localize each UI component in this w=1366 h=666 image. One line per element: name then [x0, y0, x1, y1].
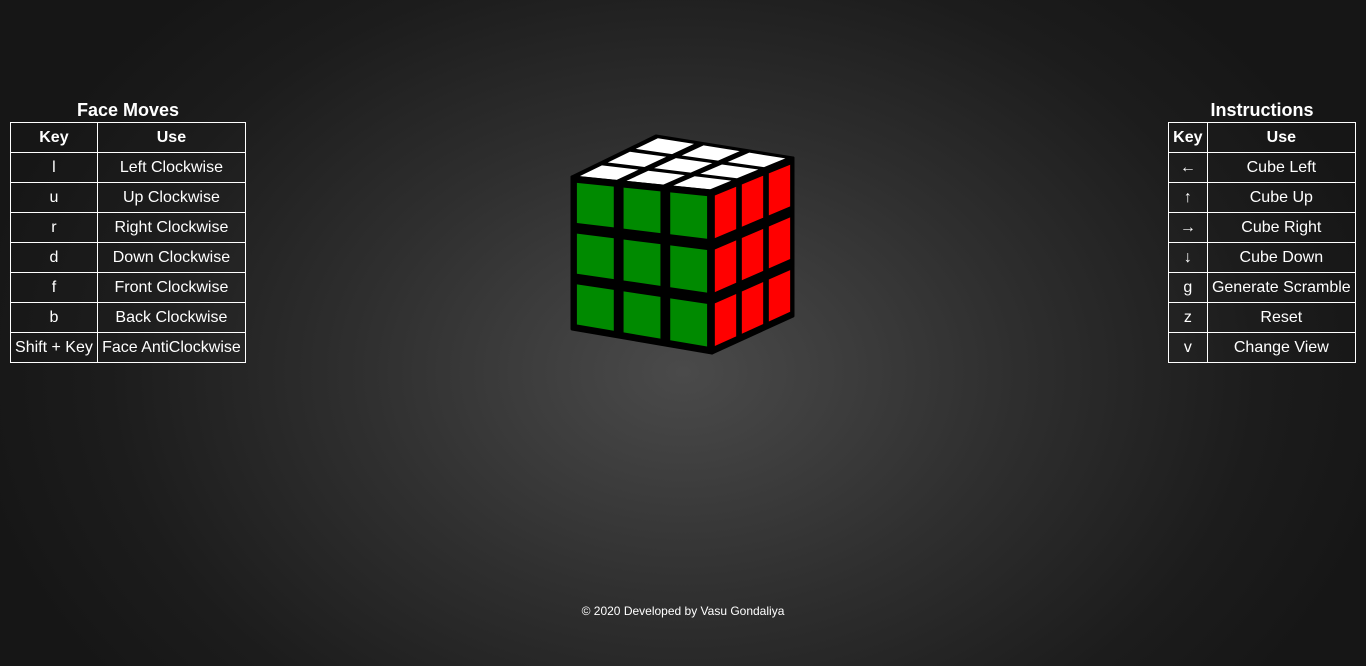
cube-front-face [570, 175, 714, 355]
key-column-header: Key [1168, 122, 1208, 153]
use-cell: Face AntiClockwise [96, 332, 247, 363]
table-row: ↓ Cube Down [1168, 242, 1357, 273]
instructions-table: Key Use ← Cube Left ↑ Cube Up → Cube Rig… [1168, 122, 1357, 363]
key-cell: d [10, 242, 98, 273]
use-cell: Back Clockwise [96, 302, 247, 333]
use-cell: Reset [1206, 302, 1357, 333]
footer-credit: © 2020 Developed by Vasu Gondaliya [581, 604, 785, 618]
front-face-sticker [670, 298, 708, 347]
table-row: d Down Clockwise [10, 242, 247, 273]
key-cell: f [10, 272, 98, 303]
use-cell: Cube Left [1206, 152, 1357, 183]
table-row: g Generate Scramble [1168, 272, 1357, 303]
key-cell: Shift + Key [10, 332, 98, 363]
cube-right-face [710, 156, 795, 355]
right-face-sticker [714, 186, 737, 239]
table-row: f Front Clockwise [10, 272, 247, 303]
rubiks-cube-graphic[interactable] [560, 128, 810, 363]
use-cell: Front Clockwise [96, 272, 247, 303]
front-face-sticker [623, 187, 661, 234]
front-face-sticker [576, 182, 614, 228]
table-header-row: Key Use [10, 122, 247, 153]
table-row: Shift + Key Face AntiClockwise [10, 332, 247, 363]
table-row: b Back Clockwise [10, 302, 247, 333]
table-header-row: Key Use [1168, 122, 1357, 153]
front-face-sticker [576, 233, 614, 280]
instructions-title: Instructions [1210, 100, 1314, 120]
face-moves-title: Face Moves [76, 100, 180, 120]
key-cell: g [1168, 272, 1208, 303]
instructions-panel: Instructions Key Use ← Cube Left ↑ Cube … [1168, 100, 1357, 363]
table-row: v Change View [1168, 332, 1357, 363]
front-face-sticker [576, 284, 614, 331]
use-column-header: Use [1206, 122, 1357, 153]
table-row: u Up Clockwise [10, 182, 247, 213]
front-face-sticker [623, 291, 661, 339]
key-cell: → [1168, 212, 1208, 243]
use-cell: Cube Right [1206, 212, 1357, 243]
key-cell: b [10, 302, 98, 333]
use-cell: Left Clockwise [96, 152, 247, 183]
key-cell: z [1168, 302, 1208, 333]
front-face-sticker [623, 239, 661, 286]
face-moves-table: Key Use l Left Clockwise u Up Clockwise … [10, 122, 247, 363]
use-cell: Generate Scramble [1206, 272, 1357, 303]
use-cell: Down Clockwise [96, 242, 247, 273]
use-column-header: Use [96, 122, 247, 153]
key-cell: r [10, 212, 98, 243]
face-moves-panel: Face Moves Key Use l Left Clockwise u Up… [10, 100, 247, 363]
use-cell: Right Clockwise [96, 212, 247, 243]
key-cell: ↓ [1168, 242, 1208, 273]
table-row: r Right Clockwise [10, 212, 247, 243]
front-face-sticker [670, 192, 708, 239]
front-face-sticker [670, 245, 708, 293]
table-row: → Cube Right [1168, 212, 1357, 243]
rubiks-cube[interactable] [560, 128, 810, 363]
table-row: ← Cube Left [1168, 152, 1357, 183]
use-cell: Change View [1206, 332, 1357, 363]
table-row: l Left Clockwise [10, 152, 247, 183]
use-cell: Cube Up [1206, 182, 1357, 213]
table-row: ↑ Cube Up [1168, 182, 1357, 213]
table-row: z Reset [1168, 302, 1357, 333]
key-cell: u [10, 182, 98, 213]
use-cell: Up Clockwise [96, 182, 247, 213]
key-cell: l [10, 152, 98, 183]
key-cell: ↑ [1168, 182, 1208, 213]
key-column-header: Key [10, 122, 98, 153]
use-cell: Cube Down [1206, 242, 1357, 273]
key-cell: ← [1168, 152, 1208, 183]
key-cell: v [1168, 332, 1208, 363]
